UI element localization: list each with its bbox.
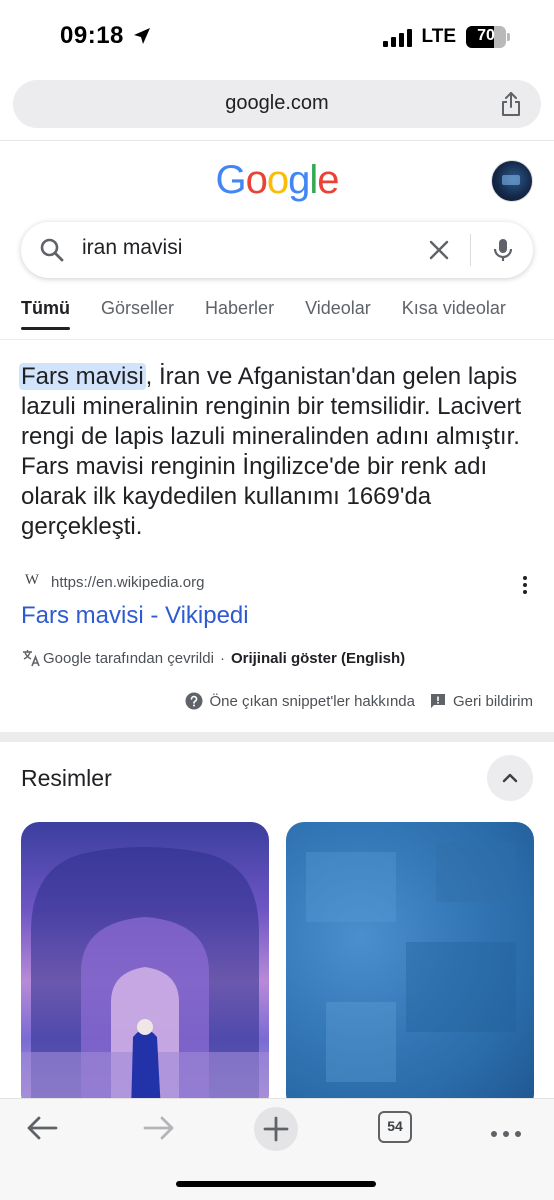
back-arrow-icon[interactable] bbox=[22, 1111, 62, 1145]
logo-letter-0: G bbox=[215, 158, 246, 202]
featured-snippet-text: Fars mavisi, İran ve Afganistan'dan gele… bbox=[19, 362, 533, 542]
divider bbox=[0, 339, 554, 340]
url-text[interactable]: google.com bbox=[13, 92, 541, 115]
avatar[interactable] bbox=[491, 160, 533, 202]
tab-all[interactable]: Tümü bbox=[21, 296, 70, 330]
divider bbox=[0, 140, 554, 141]
battery-icon: 70 bbox=[466, 26, 510, 48]
share-icon[interactable] bbox=[497, 90, 525, 118]
tab-videos[interactable]: Videolar bbox=[305, 296, 371, 328]
blue-texture-image bbox=[306, 842, 516, 1082]
search-icon[interactable] bbox=[39, 237, 65, 263]
image-result-mosque[interactable] bbox=[21, 822, 269, 1112]
search-box[interactable] bbox=[21, 222, 533, 278]
plus-icon bbox=[263, 1116, 289, 1142]
feedback-label: Geri bildirim bbox=[452, 692, 533, 710]
about-snippets-link[interactable]: Öne çıkan snippet'ler hakkında bbox=[185, 692, 415, 710]
feedback-link[interactable]: Geri bildirim bbox=[429, 692, 533, 710]
help-icon bbox=[185, 692, 203, 710]
new-tab-button[interactable] bbox=[254, 1107, 298, 1151]
logo-letter-3: g bbox=[288, 158, 310, 202]
signal-icon bbox=[382, 27, 412, 47]
google-logo[interactable]: Google bbox=[0, 158, 554, 203]
address-bar[interactable]: google.com bbox=[13, 80, 541, 128]
tab-images[interactable]: Görseller bbox=[101, 296, 174, 328]
section-separator bbox=[0, 732, 554, 742]
collapse-button[interactable] bbox=[487, 755, 533, 801]
translated-by-text: Google tarafından çevrildi bbox=[43, 649, 214, 667]
more-options-icon[interactable] bbox=[518, 574, 532, 596]
clear-icon[interactable] bbox=[427, 238, 451, 262]
status-bar: 09:18 LTE 70 bbox=[0, 0, 554, 76]
separator-dot: · bbox=[219, 649, 225, 667]
snippet-footer: Öne çıkan snippet'ler hakkında Geri bild… bbox=[185, 692, 533, 710]
status-time-group: 09:18 bbox=[60, 22, 152, 50]
tab-news[interactable]: Haberler bbox=[205, 296, 274, 328]
status-indicators: LTE 70 bbox=[382, 26, 510, 48]
battery-percent: 70 bbox=[477, 27, 495, 44]
tab-switcher-button[interactable]: 54 bbox=[378, 1111, 412, 1143]
show-original-link[interactable]: Orijinali göster (English) bbox=[231, 650, 405, 667]
chevron-up-icon bbox=[502, 773, 518, 783]
location-arrow-icon bbox=[133, 28, 150, 44]
mic-icon[interactable] bbox=[489, 236, 517, 264]
logo-letter-5: e bbox=[317, 158, 339, 202]
logo-letter-2: o bbox=[266, 158, 289, 202]
result-title-link[interactable]: Fars mavisi - Vikipedi bbox=[21, 602, 249, 630]
about-snippets-label: Öne çıkan snippet'ler hakkında bbox=[209, 692, 415, 710]
search-input[interactable] bbox=[82, 236, 402, 260]
network-type: LTE bbox=[421, 26, 456, 47]
images-section-title: Resimler bbox=[21, 765, 112, 791]
mosque-interior-image bbox=[21, 847, 269, 1112]
more-menu-icon[interactable] bbox=[486, 1117, 526, 1151]
status-time: 09:18 bbox=[60, 22, 124, 49]
source-url[interactable]: https://en.wikipedia.org bbox=[51, 574, 204, 591]
wikipedia-icon: W bbox=[24, 572, 40, 588]
image-result-blue-texture[interactable] bbox=[286, 822, 534, 1112]
snippet-highlight: Fars mavisi bbox=[19, 363, 146, 390]
forward-arrow-icon[interactable] bbox=[139, 1111, 179, 1145]
tab-short-videos[interactable]: Kısa videolar bbox=[402, 296, 506, 328]
feedback-icon bbox=[430, 694, 445, 708]
search-tabs: Tümü Görseller Haberler Videolar Kısa vi… bbox=[21, 296, 537, 336]
home-indicator[interactable] bbox=[176, 1181, 376, 1187]
source-row[interactable]: W https://en.wikipedia.org bbox=[21, 572, 205, 592]
translate-icon bbox=[23, 650, 40, 667]
logo-letter-1: o bbox=[245, 158, 268, 202]
translation-row: Google tarafından çevrildi · Orijinali g… bbox=[21, 648, 405, 668]
search-separator bbox=[470, 234, 471, 266]
